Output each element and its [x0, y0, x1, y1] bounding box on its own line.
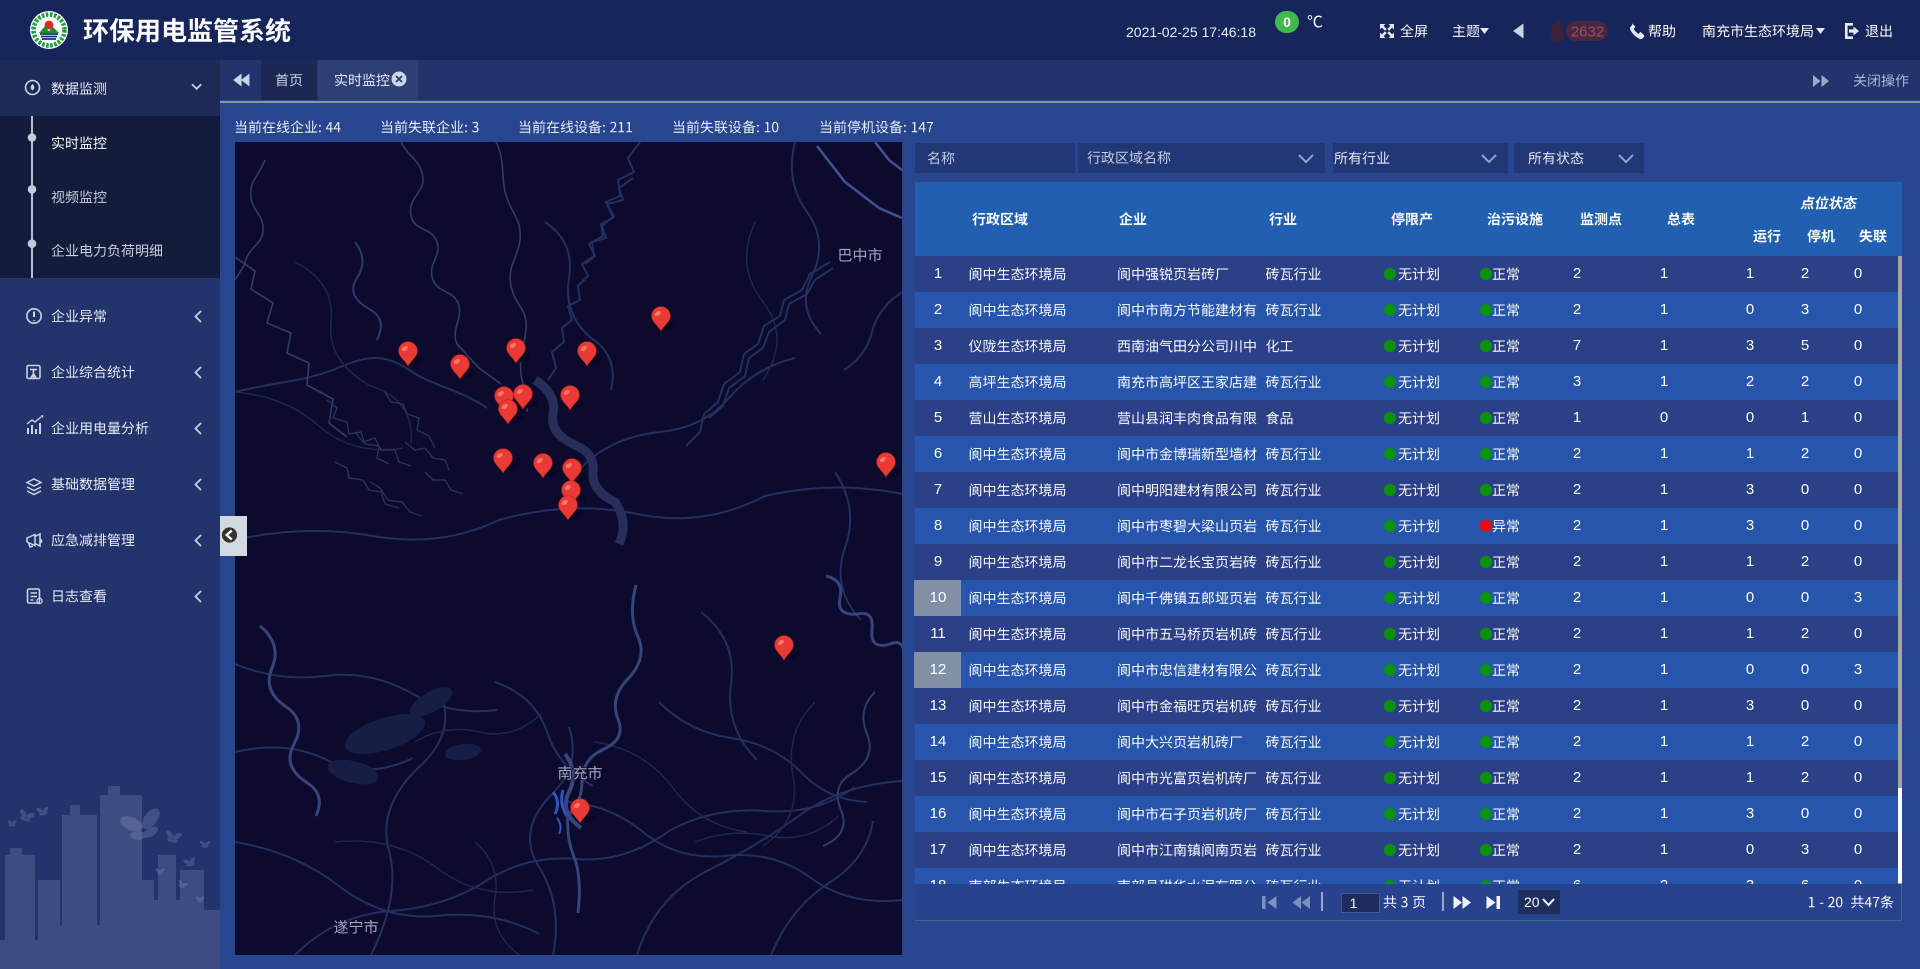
- svg-text:2632: 2632: [1571, 24, 1604, 41]
